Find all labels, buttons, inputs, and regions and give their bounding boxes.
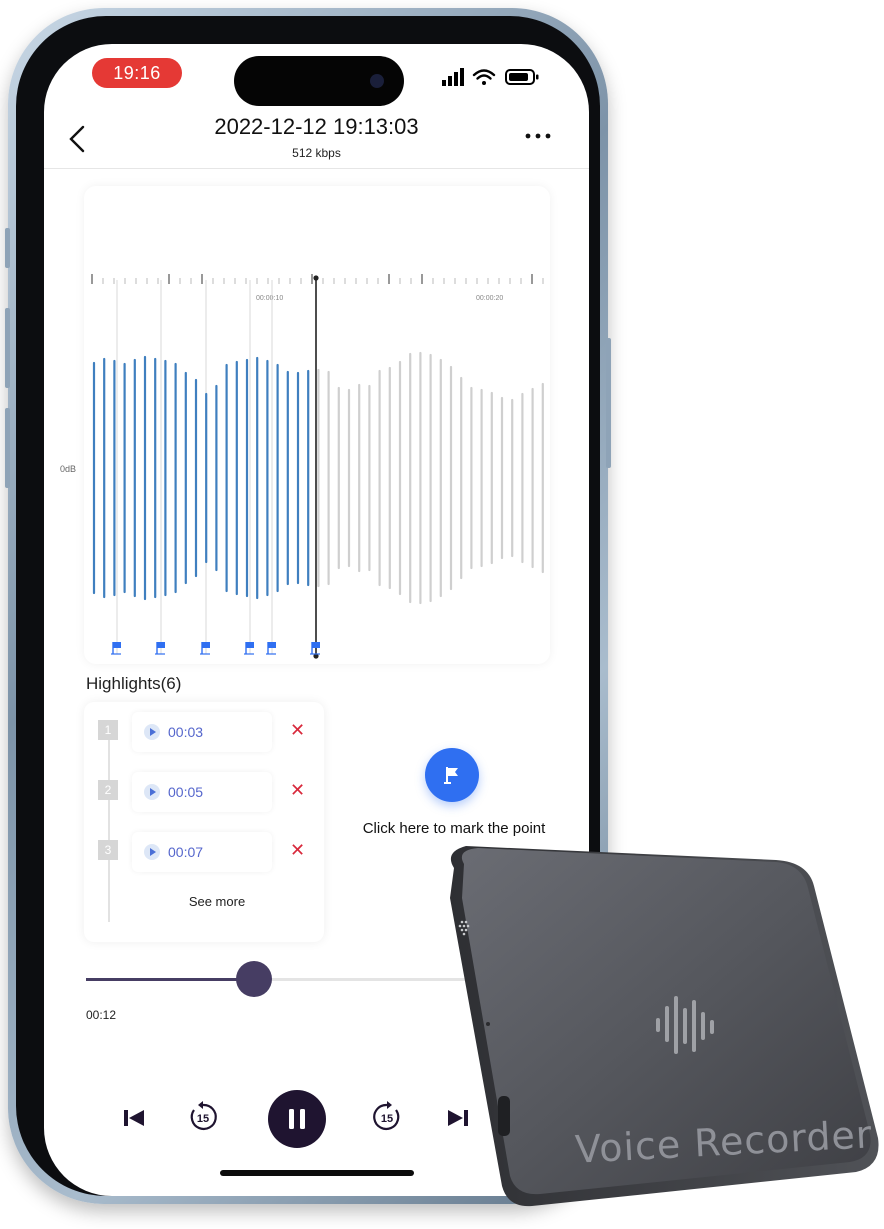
- recording-title: 2022-12-12 19:13:03: [214, 114, 419, 139]
- marker-flags: [111, 642, 320, 655]
- highlight-index: 1: [98, 720, 118, 740]
- playhead-top-dot: [313, 275, 319, 281]
- slider-handle[interactable]: [236, 961, 272, 997]
- ruler-label-20s: 00:00:20: [476, 295, 503, 302]
- flag-icon: [200, 642, 210, 655]
- status-icons: [442, 68, 539, 86]
- see-more-link[interactable]: See more: [84, 894, 350, 909]
- highlight-time: 00:05: [168, 784, 204, 800]
- highlight-time: 00:03: [168, 724, 204, 740]
- flag-icon: [111, 642, 121, 655]
- highlights-title: Highlights(6): [86, 674, 182, 693]
- rewind-seconds: 15: [196, 1113, 210, 1125]
- wifi-icon: [472, 69, 496, 85]
- pause-button[interactable]: [268, 1090, 326, 1148]
- more-icon[interactable]: [524, 120, 552, 157]
- flag-icon: [244, 642, 254, 655]
- highlight-play-pill[interactable]: 00:07: [132, 832, 272, 872]
- status-time: 19:16: [92, 58, 182, 88]
- highlight-play-pill[interactable]: 00:03: [132, 712, 272, 752]
- forward-15-button[interactable]: 15: [370, 1100, 404, 1134]
- play-icon[interactable]: [144, 724, 160, 740]
- close-icon[interactable]: ✕: [290, 780, 305, 801]
- header-divider: [44, 168, 589, 169]
- highlight-item-2[interactable]: 2 00:05 ✕: [98, 772, 318, 812]
- battery-icon: [505, 69, 539, 85]
- close-icon[interactable]: ✕: [290, 720, 305, 741]
- mark-point-button[interactable]: [425, 748, 479, 802]
- play-icon[interactable]: [144, 844, 160, 860]
- highlight-item-3[interactable]: 3 00:07 ✕: [98, 832, 318, 872]
- highlight-index: 3: [98, 840, 118, 860]
- ruler-label-10s: 00:00:10: [256, 295, 283, 302]
- highlight-item-1[interactable]: 1 00:03 ✕: [98, 712, 318, 752]
- waveform-bars: [92, 351, 555, 605]
- play-icon[interactable]: [144, 784, 160, 800]
- flag-icon: [310, 642, 320, 655]
- waveform[interactable]: 00:00:10 00:00:20: [84, 186, 555, 664]
- dynamic-island: [234, 56, 404, 106]
- action-button: [5, 228, 10, 268]
- volume-up-button: [5, 308, 10, 388]
- usb-port: [498, 1096, 510, 1136]
- waveform-card[interactable]: 00:00:10 00:00:20: [84, 186, 555, 664]
- highlight-index: 2: [98, 780, 118, 800]
- flag-icon: [266, 642, 276, 655]
- highlight-markers: [116, 280, 273, 654]
- signal-icon: [442, 68, 464, 86]
- volume-down-button: [5, 408, 10, 488]
- close-icon[interactable]: ✕: [290, 840, 305, 861]
- flag-icon: [444, 767, 458, 784]
- power-button: [606, 338, 611, 468]
- mark-point-label: Click here to mark the point: [362, 820, 546, 837]
- forward-seconds: 15: [380, 1113, 394, 1125]
- highlights-rail: [108, 722, 110, 922]
- highlights-card: 1 00:03 ✕ 2 00:05 ✕ 3 00:07 ✕ See more: [84, 702, 324, 942]
- playback-progress: [86, 978, 254, 981]
- pause-icon: [289, 1109, 305, 1129]
- level-label: 0dB: [60, 464, 77, 474]
- home-indicator: [220, 1170, 414, 1176]
- elapsed-time: 00:12: [86, 1008, 117, 1022]
- front-camera: [370, 74, 384, 88]
- highlight-play-pill[interactable]: 00:05: [132, 772, 272, 812]
- bitrate-label: 512 kbps: [292, 146, 341, 160]
- highlight-time: 00:07: [168, 844, 204, 860]
- flag-icon: [155, 642, 165, 655]
- rewind-15-button[interactable]: 15: [186, 1100, 220, 1134]
- previous-button[interactable]: [122, 1106, 146, 1130]
- skip-previous-icon: [124, 1110, 144, 1126]
